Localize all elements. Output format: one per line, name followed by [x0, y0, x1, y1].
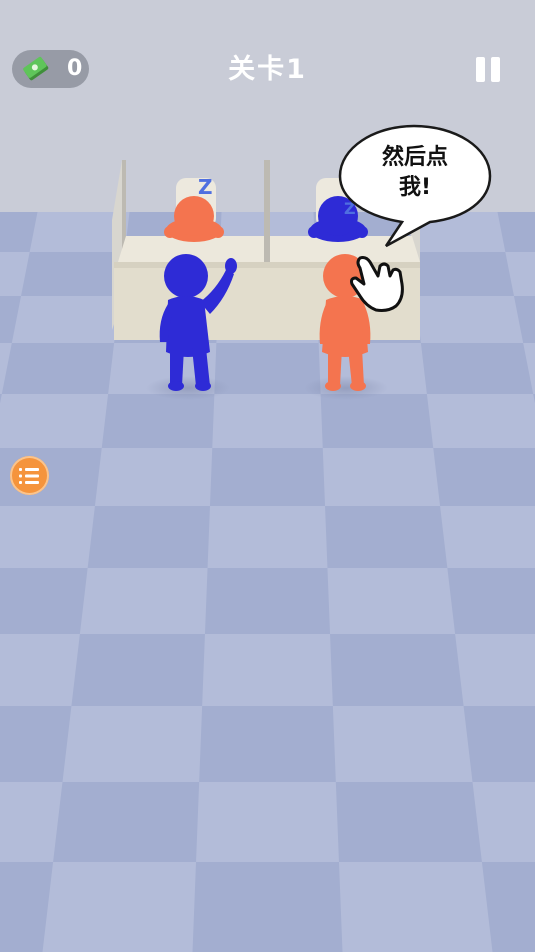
floor-tile	[1, 343, 115, 394]
floor-tile	[209, 448, 326, 506]
speech-bubble-text: 然后点 我!	[360, 143, 470, 203]
floor-tile	[330, 634, 464, 706]
floor-tile	[433, 448, 535, 506]
floor-tile	[199, 706, 336, 782]
list-icon	[19, 468, 39, 484]
floor-tile	[87, 506, 210, 568]
floor-tile	[420, 343, 534, 394]
floor-tile	[410, 252, 514, 296]
floor-tile	[335, 782, 482, 862]
level-title: 关卡1	[228, 54, 307, 85]
floor-tile	[53, 782, 200, 862]
floor-tile	[447, 568, 535, 634]
floor-tile	[21, 252, 125, 296]
floor-tile	[101, 394, 215, 448]
floor-tile	[0, 568, 88, 634]
pause-button[interactable]	[472, 54, 504, 86]
menu-button[interactable]	[10, 456, 49, 495]
speech-line-2: 我!	[398, 175, 432, 200]
sleep-z-icon: Z	[198, 175, 213, 199]
pause-icon	[476, 57, 485, 82]
floor-tile	[192, 862, 343, 952]
floor-tile	[325, 506, 448, 568]
speech-line-1: 然后点	[381, 145, 448, 170]
floor-tile	[0, 706, 72, 782]
floor-tile	[463, 706, 535, 782]
floor-tile	[204, 568, 331, 634]
floor-tile	[71, 634, 205, 706]
floor-tile	[320, 394, 434, 448]
